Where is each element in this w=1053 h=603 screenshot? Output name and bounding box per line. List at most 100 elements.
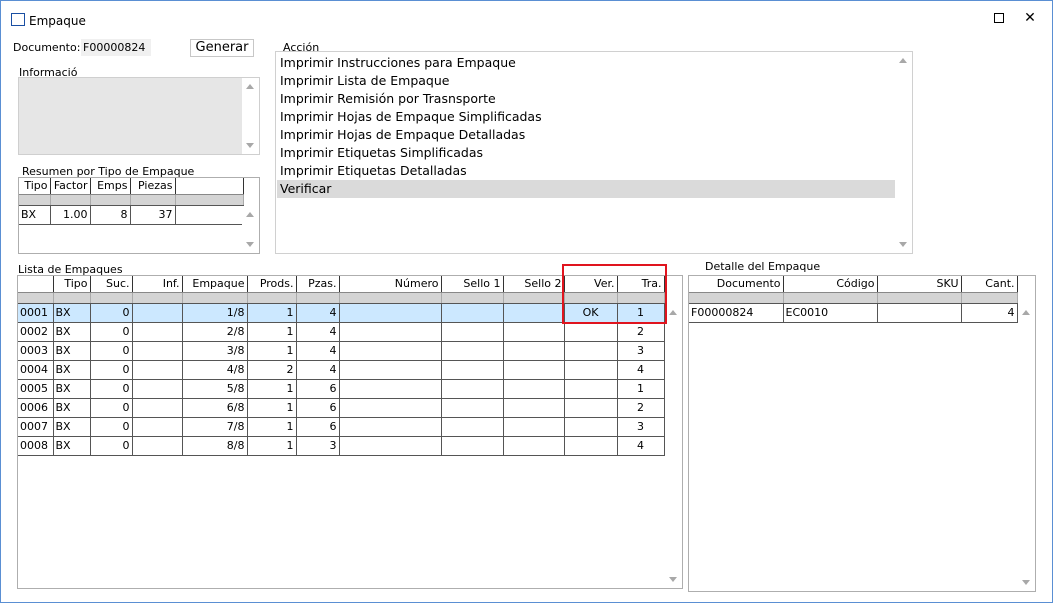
cell <box>132 341 183 361</box>
table-row[interactable]: F00000824 EC0010 4 <box>689 303 1018 323</box>
cell: 6 <box>296 398 340 418</box>
lista-col-inf[interactable]: Inf. <box>132 276 183 293</box>
scroll-down-icon[interactable] <box>669 577 677 582</box>
generar-button[interactable]: Generar <box>190 39 254 57</box>
resumen-col-tipo[interactable]: Tipo <box>19 178 51 195</box>
table-row[interactable]: 0003 BX 0 3/8 1 4 3 <box>18 341 665 361</box>
cell <box>132 360 183 380</box>
cell: 1 <box>617 303 665 323</box>
cell: 0005 <box>18 379 54 399</box>
informacion-textarea[interactable] <box>18 77 260 155</box>
maximize-button[interactable] <box>984 7 1014 29</box>
list-item[interactable]: Imprimir Remisión por Trasnsporte <box>277 90 895 108</box>
scroll-up-icon[interactable] <box>669 310 677 315</box>
lista-col-pzas[interactable]: Pzas. <box>296 276 340 293</box>
detalle-col-codigo[interactable]: Código <box>783 276 878 293</box>
detalle-col-documento[interactable]: Documento <box>689 276 784 293</box>
lista-col-empaque[interactable]: Empaque <box>182 276 248 293</box>
table-row[interactable]: 0001 BX 0 1/8 1 4 OK 1 <box>18 303 665 323</box>
table-row[interactable]: BX 1.00 8 37 <box>19 205 244 225</box>
detalle-table: Documento Código SKU Cant. F00000824 EC0… <box>689 276 1018 323</box>
list-item[interactable]: Imprimir Instrucciones para Empaque <box>277 54 895 72</box>
table-row[interactable]: 0008 BX 0 8/8 1 3 4 <box>18 436 665 456</box>
table-row[interactable]: 0004 BX 0 4/8 2 4 4 <box>18 360 665 380</box>
cell <box>441 379 504 399</box>
cell <box>339 360 442 380</box>
cell: 2 <box>617 398 665 418</box>
cell <box>175 205 244 225</box>
lista-scrollbar[interactable] <box>665 304 682 588</box>
cell: 0001 <box>18 303 54 323</box>
lista-col-suc[interactable]: Suc. <box>90 276 133 293</box>
scroll-up-icon[interactable] <box>899 58 907 63</box>
cell: 1.00 <box>50 205 91 225</box>
maximize-icon <box>994 13 1004 23</box>
lista-col-ver[interactable]: Ver. <box>564 276 618 293</box>
lista-col-sello2[interactable]: Sello 2 <box>503 276 565 293</box>
cell: BX <box>53 360 91 380</box>
cell: 1 <box>247 322 297 342</box>
detalle-scrollbar[interactable] <box>1018 304 1035 591</box>
cell: 0003 <box>18 341 54 361</box>
cell: 0 <box>90 360 133 380</box>
detalle-grid: Documento Código SKU Cant. F00000824 EC0… <box>688 275 1036 592</box>
table-row[interactable]: 0002 BX 0 2/8 1 4 2 <box>18 322 665 342</box>
cell: 1 <box>617 379 665 399</box>
detalle-col-cant[interactable]: Cant. <box>961 276 1018 293</box>
lista-col-numero[interactable]: Número <box>339 276 442 293</box>
scroll-down-icon[interactable] <box>899 242 907 247</box>
lista-col-tipo[interactable]: Tipo <box>53 276 91 293</box>
list-item[interactable]: Imprimir Etiquetas Detalladas <box>277 162 895 180</box>
lista-col-sello1[interactable]: Sello 1 <box>441 276 504 293</box>
informacion-scrollbar[interactable] <box>242 78 259 154</box>
cell: BX <box>53 341 91 361</box>
cell: 37 <box>130 205 176 225</box>
cell: 0 <box>90 322 133 342</box>
list-item[interactable]: Imprimir Etiquetas Simplificadas <box>277 144 895 162</box>
resumen-scrollbar[interactable] <box>242 206 259 253</box>
accion-listbox[interactable]: Imprimir Instrucciones para Empaque Impr… <box>275 51 913 254</box>
cell <box>441 436 504 456</box>
table-row[interactable]: 0005 BX 0 5/8 1 6 1 <box>18 379 665 399</box>
lista-col-prods[interactable]: Prods. <box>247 276 297 293</box>
list-item-selected[interactable]: Verificar <box>277 180 895 198</box>
scroll-down-icon[interactable] <box>246 143 254 148</box>
lista-grid: Tipo Suc. Inf. Empaque Prods. Pzas. Núme… <box>17 275 683 589</box>
lista-table: Tipo Suc. Inf. Empaque Prods. Pzas. Núme… <box>18 276 665 456</box>
cell: 3 <box>617 341 665 361</box>
resumen-col-piezas[interactable]: Piezas <box>130 178 176 195</box>
cell <box>503 398 565 418</box>
resumen-col-emps[interactable]: Emps <box>90 178 131 195</box>
list-item[interactable]: Imprimir Hojas de Empaque Detalladas <box>277 126 895 144</box>
list-item[interactable]: Imprimir Hojas de Empaque Simplificadas <box>277 108 895 126</box>
resumen-col-factor[interactable]: Factor <box>50 178 91 195</box>
cell: 1 <box>247 417 297 437</box>
list-item[interactable]: Imprimir Lista de Empaque <box>277 72 895 90</box>
scroll-down-icon[interactable] <box>1022 580 1030 585</box>
cell <box>564 360 618 380</box>
cell: BX <box>53 417 91 437</box>
table-row[interactable]: 0006 BX 0 6/8 1 6 2 <box>18 398 665 418</box>
cell <box>441 360 504 380</box>
table-row[interactable]: 0007 BX 0 7/8 1 6 3 <box>18 417 665 437</box>
title-bar: Empaque ✕ <box>1 1 1052 31</box>
lista-col-tra[interactable]: Tra. <box>617 276 665 293</box>
scroll-up-icon[interactable] <box>246 84 254 89</box>
cell <box>877 303 962 323</box>
detalle-col-sku[interactable]: SKU <box>877 276 962 293</box>
cell <box>503 379 565 399</box>
scroll-up-icon[interactable] <box>246 212 254 217</box>
scroll-up-icon[interactable] <box>1022 310 1030 315</box>
cell <box>441 322 504 342</box>
scroll-down-icon[interactable] <box>246 242 254 247</box>
window-icon <box>11 13 25 26</box>
accion-scrollbar[interactable] <box>895 52 912 253</box>
cell: 4 <box>296 322 340 342</box>
cell: 1/8 <box>182 303 248 323</box>
documento-field[interactable]: F00000824 <box>81 39 151 56</box>
close-button[interactable]: ✕ <box>1015 7 1045 29</box>
cell: 0008 <box>18 436 54 456</box>
resumen-col-filler <box>175 178 244 195</box>
cell: 7/8 <box>182 417 248 437</box>
cell: 4 <box>296 341 340 361</box>
